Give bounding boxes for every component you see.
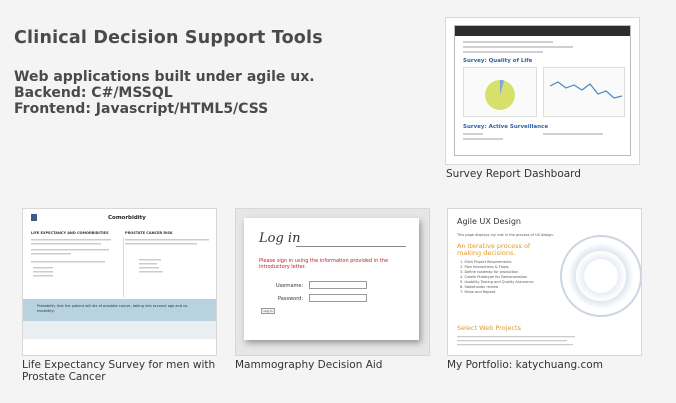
line-chart-preview bbox=[549, 81, 623, 99]
login-heading: Log in bbox=[259, 231, 301, 246]
login-message: Please sign in using the information pro… bbox=[259, 258, 389, 270]
description-line: Web applications built under agile ux. bbox=[14, 69, 315, 85]
life-expectancy-survey-thumbnail[interactable]: Comorbidity LIFE EXPECTANCY AND COMORBID… bbox=[22, 208, 217, 356]
mammography-decision-aid-thumbnail[interactable]: Log in Please sign in using the informat… bbox=[235, 208, 430, 356]
caption-life-expectancy-survey[interactable]: Life Expectancy Survey for men with Pros… bbox=[22, 359, 215, 383]
heading-rule bbox=[296, 246, 406, 247]
dashboard-heading: Survey: Quality of Life bbox=[463, 58, 533, 64]
process-cycle-diagram bbox=[560, 235, 641, 317]
caption-survey-report-dashboard[interactable]: Survey Report Dashboard bbox=[446, 168, 581, 180]
password-label: Password: bbox=[278, 296, 304, 302]
dashboard-heading: Survey: Active Surveillance bbox=[463, 124, 549, 130]
caption-my-portfolio[interactable]: My Portfolio: katychuang.com bbox=[447, 359, 603, 371]
login-card: Log in Please sign in using the informat… bbox=[244, 218, 419, 340]
overall-probability-band bbox=[23, 321, 216, 339]
pie-chart-preview bbox=[485, 79, 515, 110]
pie-chart-panel bbox=[463, 67, 537, 117]
description-line: Backend: C#/MSSQL bbox=[14, 85, 173, 101]
projects-text-preview bbox=[457, 336, 575, 346]
username-label: Username: bbox=[276, 283, 304, 289]
select-web-projects-heading: Select Web Projects bbox=[457, 324, 521, 332]
line-chart-panel bbox=[543, 67, 625, 117]
survey-report-dashboard-thumbnail[interactable]: Survey: Quality of Life Survey: Active S… bbox=[445, 17, 640, 165]
process-step: 7. Rinse and Repeat bbox=[460, 290, 496, 294]
hospital-logo-icon bbox=[31, 214, 37, 221]
comorbidity-title: Comorbidity bbox=[108, 215, 146, 221]
survey-text-preview bbox=[31, 237, 209, 297]
dashboard-screenshot: Survey: Quality of Life Survey: Active S… bbox=[454, 25, 631, 156]
caption-mammography-decision-aid[interactable]: Mammography Decision Aid bbox=[235, 359, 382, 371]
username-field bbox=[309, 281, 367, 289]
caption-line: Prostate Cancer bbox=[22, 371, 106, 383]
dashboard-navbar bbox=[455, 26, 630, 36]
project-description: Web applications built under agile ux. B… bbox=[14, 69, 315, 117]
portfolio-subtitle: This page displays my role in the proces… bbox=[457, 233, 554, 237]
probability-band: Probability that the patient will die of… bbox=[23, 299, 216, 321]
probability-band-text: Probability that the patient will die of… bbox=[37, 304, 189, 313]
description-line: Frontend: Javascript/HTML5/CSS bbox=[14, 101, 269, 117]
password-field bbox=[309, 294, 367, 302]
iterative-process-heading: An iterative process of making decisions… bbox=[457, 242, 531, 257]
page-title: Clinical Decision Support Tools bbox=[14, 28, 323, 48]
caption-line: Life Expectancy Survey for men with bbox=[22, 359, 216, 371]
life-expectancy-heading: LIFE EXPECTANCY AND COMORBIDITIES bbox=[31, 231, 109, 235]
portfolio-thumbnail[interactable]: Agile UX Design This page displays my ro… bbox=[447, 208, 642, 356]
process-steps: 1. Elicit Project Requirements 2. Plan I… bbox=[460, 260, 534, 295]
login-button: Log in bbox=[261, 308, 275, 314]
prostate-risk-heading: PROSTATE CANCER RISK bbox=[125, 231, 173, 235]
portfolio-title: Agile UX Design bbox=[457, 217, 521, 226]
